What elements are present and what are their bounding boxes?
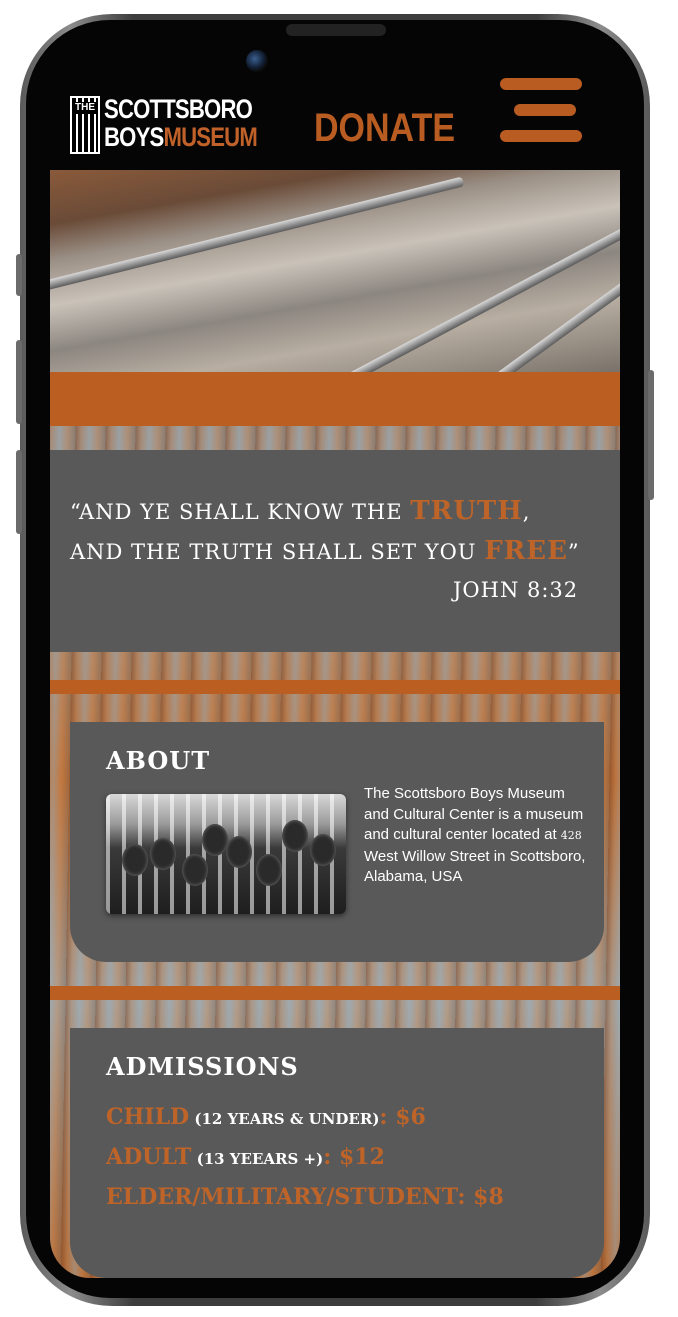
page-content[interactable]: “AND YE SHALL KNOW THE TRUTH, AND THE TR…	[50, 170, 620, 1278]
scottsboro-boys-photo	[106, 794, 346, 914]
logo-the-badge: THE	[70, 96, 100, 154]
hero-orange-band	[50, 372, 620, 426]
logo-boys-museum: BOYSMUSEUM	[104, 122, 258, 153]
volume-down-button	[16, 340, 22, 424]
front-camera-icon	[246, 50, 268, 72]
mute-switch	[16, 450, 22, 534]
quote-highlight-free: FREE	[484, 536, 568, 566]
quote-citation: JOHN 8:32	[453, 578, 579, 602]
admissions-title: ADMISSIONS	[106, 1052, 299, 1081]
about-description: The Scottsboro Boys Museum and Cultural …	[364, 785, 586, 885]
about-title: ABOUT	[106, 746, 211, 775]
logo-museum: MUSEUM	[163, 122, 257, 152]
site-logo[interactable]: THE SCOTTSBORO BOYSMUSEUM	[70, 94, 266, 154]
quote-line-2: AND THE TRUTH SHALL SET YOU FREE”	[70, 536, 580, 566]
divider-stripe	[50, 680, 620, 694]
quote-highlight-truth: TRUTH	[410, 496, 523, 526]
about-section: ABOUT The Scottsboro Boys Museum and Cul…	[70, 722, 604, 962]
admission-adult: ADULT (13 YEEARS +): $12	[106, 1144, 385, 1170]
divider-stripe	[50, 986, 620, 1000]
admission-child: CHILD (12 YEARS & UNDER): $6	[106, 1104, 426, 1130]
quote-card: “AND YE SHALL KNOW THE TRUTH, AND THE TR…	[50, 450, 620, 652]
hero-railroad-image	[50, 170, 620, 372]
volume-up-button	[16, 254, 22, 296]
admissions-section: ADMISSIONS CHILD (12 YEARS & UNDER): $6 …	[70, 1028, 604, 1278]
admission-elder-military-student: ELDER/MILITARY/STUDENT: $8	[106, 1184, 504, 1210]
hamburger-menu-icon[interactable]	[500, 78, 582, 144]
logo-boys: BOYS	[104, 122, 164, 152]
logo-scottsboro: SCOTTSBORO	[104, 94, 253, 124]
power-button	[648, 370, 654, 500]
quote-line-1: “AND YE SHALL KNOW THE TRUTH,	[70, 496, 531, 526]
earpiece-speaker	[286, 24, 386, 36]
donate-button[interactable]: DONATE	[314, 106, 455, 151]
